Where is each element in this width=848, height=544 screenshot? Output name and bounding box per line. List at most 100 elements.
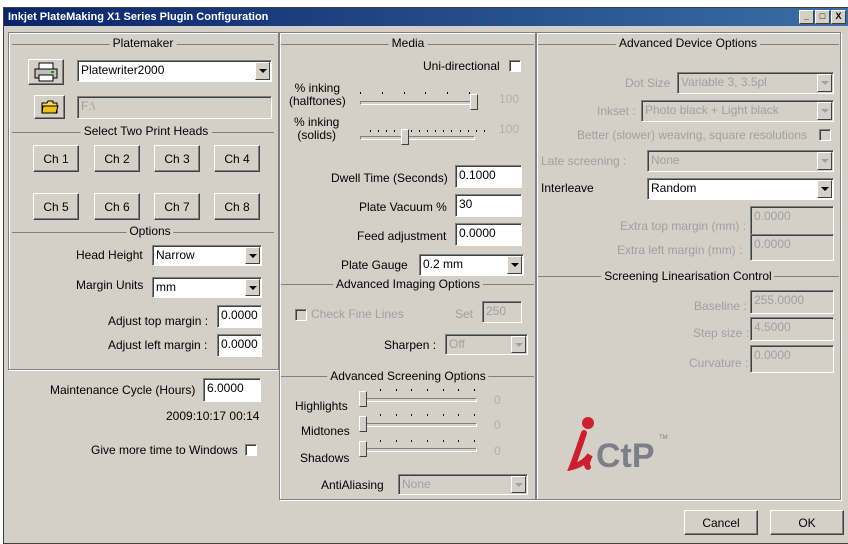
extra-top-input[interactable]: 0.0000 [750, 206, 834, 235]
step-size-input[interactable]: 4.5000 [750, 317, 834, 341]
inking-solids-line1: % inking [294, 115, 340, 129]
late-screening-value: None [651, 153, 680, 167]
chevron-down-icon[interactable] [511, 476, 526, 493]
head-ch1-button[interactable]: Ch 1 [33, 145, 79, 172]
head-height-select[interactable]: Narrow [152, 245, 262, 266]
close-button[interactable]: X [831, 10, 846, 24]
antialiasing-value: None [402, 477, 431, 491]
inking-halftones-slider[interactable] [470, 94, 478, 110]
head-ch4-button[interactable]: Ch 4 [214, 145, 260, 172]
fine-lines-checkbox[interactable] [295, 309, 307, 321]
weaving-checkbox[interactable] [819, 129, 831, 141]
plate-vacuum-input[interactable]: 30 [455, 194, 522, 217]
head-ch2-button[interactable]: Ch 2 [94, 145, 140, 172]
windows-time-checkbox[interactable] [245, 444, 257, 456]
chevron-down-icon[interactable] [817, 74, 832, 92]
inking-halftones-label: % inking (halftones) [289, 82, 346, 108]
feed-adjustment-input[interactable]: 0.0000 [455, 223, 522, 246]
maintenance-input[interactable]: 6.0000 [203, 378, 261, 402]
printer-button[interactable] [28, 59, 64, 85]
inkset-value: Photo black + Light black [645, 103, 779, 117]
head-ch3-button[interactable]: Ch 3 [154, 145, 200, 172]
dot-size-label: Dot Size [625, 76, 671, 90]
set-input[interactable]: 250 [482, 301, 522, 323]
dot-size-value: Variable 3, 3.5pl [681, 75, 767, 89]
ictp-logo-graphic: CtP TM [567, 417, 668, 475]
head-ch7-button[interactable]: Ch 7 [154, 193, 200, 220]
unidirectional-checkbox[interactable] [509, 60, 521, 72]
chevron-down-icon[interactable] [817, 180, 832, 198]
highlights-value: 0 [494, 393, 501, 407]
screening-title: Advanced Screening Options [327, 369, 489, 383]
head-ch6-button[interactable]: Ch 6 [94, 193, 140, 220]
inking-solids-label: % inking (solids) [294, 116, 339, 142]
margin-units-label: Margin Units [76, 278, 144, 292]
curvature-label: Curvature : [689, 356, 749, 370]
inking-solids-line2: (solids) [297, 128, 337, 142]
head-ch5-button[interactable]: Ch 5 [33, 193, 79, 220]
adjust-left-label: Adjust left margin : [108, 338, 208, 352]
late-screening-select[interactable]: None [647, 150, 834, 172]
plate-gauge-select[interactable]: 0.2 mm [419, 254, 524, 276]
interleave-value: Random [651, 181, 697, 195]
path-value: F:\ [81, 99, 95, 113]
sharpen-value: Off [449, 337, 465, 351]
cancel-button[interactable]: Cancel [684, 510, 758, 535]
printer-select[interactable]: Platewriter2000 [77, 60, 272, 82]
highlights-slider[interactable] [359, 391, 367, 407]
fine-lines-label: Check Fine Lines [311, 307, 404, 321]
maximize-button[interactable]: □ [815, 10, 830, 24]
plate-gauge-value: 0.2 mm [423, 257, 464, 271]
extra-left-input[interactable]: 0.0000 [750, 234, 834, 261]
highlights-ticks [380, 389, 475, 392]
inkset-select[interactable]: Photo black + Light black [641, 100, 834, 122]
chevron-down-icon[interactable] [245, 247, 260, 264]
midtones-label: Midtones [301, 424, 350, 438]
adjust-left-input[interactable]: 0.0000 [217, 334, 262, 357]
antialiasing-select[interactable]: None [398, 474, 528, 495]
plate-gauge-label: Plate Gauge [341, 258, 408, 272]
inking-halftones-line2: (halftones) [289, 94, 346, 108]
chevron-down-icon[interactable] [245, 279, 260, 296]
chevron-down-icon[interactable] [817, 102, 832, 120]
sharpen-select[interactable]: Off [445, 334, 528, 355]
inking-halftones-track [360, 101, 475, 105]
weaving-label: Better (slower) weaving, square resoluti… [577, 128, 808, 142]
ok-button[interactable]: OK [770, 510, 844, 535]
chevron-down-icon[interactable] [507, 256, 522, 274]
midtones-ticks [380, 414, 475, 417]
curvature-input[interactable]: 0.0000 [750, 345, 834, 373]
chevron-down-icon[interactable] [817, 152, 832, 170]
plate-vacuum-label: Plate Vacuum % [359, 200, 447, 214]
shadows-slider[interactable] [359, 441, 367, 457]
interleave-select[interactable]: Random [647, 178, 834, 200]
inkset-label: Inkset : [597, 104, 636, 118]
adjust-top-label: Adjust top margin : [108, 314, 209, 328]
baseline-input[interactable]: 255.0000 [750, 290, 834, 314]
inking-solids-slider[interactable] [401, 129, 409, 145]
inking-solids-track [360, 136, 475, 140]
inking-solids-ticks [370, 130, 485, 133]
title-bar[interactable]: Inkjet PlateMaking X1 Series Plugin Conf… [4, 8, 848, 26]
ictp-logo: CtP TM [566, 415, 676, 475]
interleave-label: Interleave [541, 181, 594, 195]
head-ch8-button[interactable]: Ch 8 [214, 193, 260, 220]
set-label: Set [455, 307, 474, 321]
shadows-label: Shadows [300, 451, 350, 465]
inking-halftones-value: 100 [499, 92, 520, 106]
imaging-title: Advanced Imaging Options [332, 277, 484, 291]
dwell-time-input[interactable]: 0.1000 [455, 165, 522, 188]
margin-units-select[interactable]: mm [152, 277, 262, 298]
adjust-top-input[interactable]: 0.0000 [217, 305, 262, 328]
chevron-down-icon[interactable] [255, 62, 270, 80]
inking-solids-value: 100 [499, 122, 520, 136]
extra-left-label: Extra left margin (mm) : [617, 243, 743, 257]
highlights-label: Highlights [295, 399, 348, 413]
chevron-down-icon[interactable] [511, 336, 526, 353]
open-folder-button[interactable] [34, 95, 65, 119]
midtones-slider[interactable] [359, 416, 367, 432]
path-field[interactable]: F:\ [77, 96, 272, 119]
minimize-button[interactable]: _ [799, 10, 814, 24]
dot-size-select[interactable]: Variable 3, 3.5pl [677, 72, 834, 94]
printer-value: Platewriter2000 [81, 63, 165, 77]
